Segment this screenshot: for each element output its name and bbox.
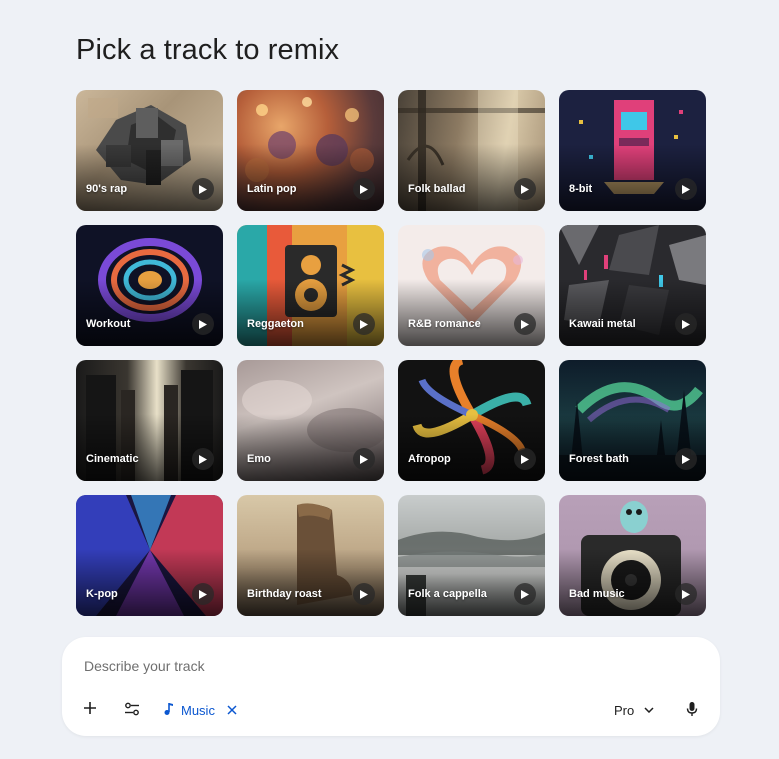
track-card-latin-pop[interactable]: Latin pop	[237, 90, 384, 211]
play-icon[interactable]	[192, 313, 214, 335]
track-label: Cinematic	[86, 453, 139, 465]
music-chip-label: Music	[181, 702, 215, 718]
play-icon[interactable]	[514, 583, 536, 605]
track-card-k-pop[interactable]: K-pop	[76, 495, 223, 616]
play-icon[interactable]	[192, 448, 214, 470]
play-icon[interactable]	[353, 583, 375, 605]
track-label: 8-bit	[569, 183, 593, 195]
track-label: Emo	[247, 453, 271, 465]
track-label: Reggaeton	[247, 318, 304, 330]
play-icon[interactable]	[514, 448, 536, 470]
play-icon[interactable]	[192, 583, 214, 605]
microphone-icon[interactable]	[681, 698, 703, 720]
play-icon[interactable]	[514, 178, 536, 200]
track-card-90s-rap[interactable]: 90's rap	[76, 90, 223, 211]
play-icon[interactable]	[675, 178, 697, 200]
track-card-folk-a-cappella[interactable]: Folk a cappella	[398, 495, 545, 616]
play-icon[interactable]	[192, 178, 214, 200]
track-label: Forest bath	[569, 453, 629, 465]
play-icon[interactable]	[353, 178, 375, 200]
track-card-rnb-romance[interactable]: R&B romance	[398, 225, 545, 346]
track-card-cinematic[interactable]: Cinematic	[76, 360, 223, 481]
play-icon[interactable]	[514, 313, 536, 335]
track-label: R&B romance	[408, 318, 481, 330]
track-label: Afropop	[408, 453, 451, 465]
track-label: Latin pop	[247, 183, 297, 195]
play-icon[interactable]	[675, 583, 697, 605]
close-icon[interactable]	[227, 705, 237, 715]
track-label: Folk a cappella	[408, 588, 487, 600]
play-icon[interactable]	[353, 448, 375, 470]
track-label: 90's rap	[86, 183, 128, 195]
play-icon[interactable]	[675, 313, 697, 335]
track-label: Workout	[86, 318, 131, 330]
track-grid: 90's rap Latin pop Folk ballad 8-bit Wor…	[76, 90, 707, 616]
music-note-icon	[163, 702, 175, 719]
track-label: Birthday roast	[247, 588, 322, 600]
track-card-birthday-roast[interactable]: Birthday roast	[237, 495, 384, 616]
describe-track-input[interactable]	[82, 653, 646, 679]
model-label: Pro	[614, 702, 635, 718]
model-selector[interactable]: Pro	[614, 698, 654, 722]
music-chip[interactable]: Music	[163, 698, 237, 722]
play-icon[interactable]	[675, 448, 697, 470]
track-card-kawaii-metal[interactable]: Kawaii metal	[559, 225, 706, 346]
add-icon[interactable]	[80, 698, 100, 718]
track-label: K-pop	[86, 588, 118, 600]
track-card-forest-bath[interactable]: Forest bath	[559, 360, 706, 481]
play-icon[interactable]	[353, 313, 375, 335]
chevron-down-icon	[644, 707, 654, 713]
track-label: Bad music	[569, 588, 625, 600]
track-card-folk-ballad[interactable]: Folk ballad	[398, 90, 545, 211]
track-card-reggaeton[interactable]: Reggaeton	[237, 225, 384, 346]
tune-settings-icon[interactable]	[121, 698, 143, 720]
track-card-workout[interactable]: Workout	[76, 225, 223, 346]
prompt-composer: Music Pro	[62, 637, 720, 736]
track-label: Kawaii metal	[569, 318, 636, 330]
track-card-8-bit[interactable]: 8-bit	[559, 90, 706, 211]
page-title: Pick a track to remix	[76, 34, 340, 66]
track-card-afropop[interactable]: Afropop	[398, 360, 545, 481]
track-card-emo[interactable]: Emo	[237, 360, 384, 481]
track-label: Folk ballad	[408, 183, 466, 195]
track-card-bad-music[interactable]: Bad music	[559, 495, 706, 616]
